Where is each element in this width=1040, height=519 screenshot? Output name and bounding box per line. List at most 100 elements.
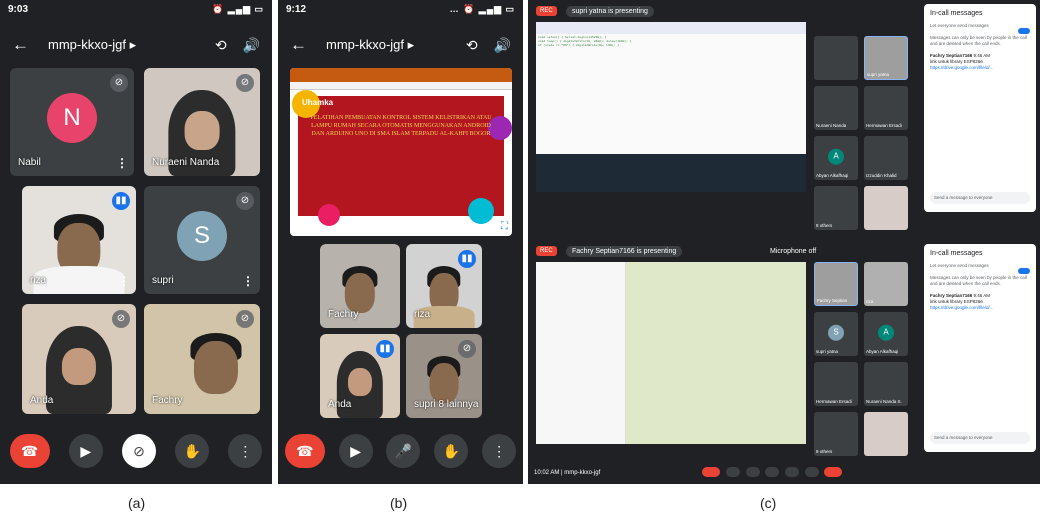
- app-toolbar: [290, 82, 512, 90]
- video-tile[interactable]: supri yatna: [864, 36, 908, 80]
- video-tile[interactable]: Hermawan Ersadi: [864, 86, 908, 130]
- clock: 9:12: [286, 4, 307, 15]
- meet-controls: [700, 467, 844, 479]
- mic-button[interactable]: ⊘: [121, 434, 156, 468]
- fullscreen-icon[interactable]: ⛶: [501, 221, 508, 232]
- in-call-messages-panel: In-call messages Let everyone send messa…: [924, 244, 1036, 452]
- mic-off-toast: Microphone off: [764, 246, 823, 257]
- participant-name: supri 8 lainnya: [414, 399, 479, 410]
- participant-tile-nuraeni[interactable]: ⊘ Nuraeni Nanda: [144, 68, 260, 176]
- camera-button[interactable]: ▶: [338, 434, 373, 468]
- speaking-icon: ▮▮: [376, 340, 394, 358]
- switch-camera-icon[interactable]: ⟲: [466, 37, 478, 54]
- participant-tile-nabil[interactable]: N ⊘ Nabil ⋮: [10, 68, 134, 176]
- status-bar: 9:03 ⏰ ▂▄▆ ▭: [0, 0, 272, 22]
- chat-title: In-call messages: [930, 250, 983, 257]
- participant-name: Anda: [328, 399, 352, 410]
- back-arrow-icon[interactable]: ←: [290, 35, 326, 55]
- chat-notice: Messages can only be seen by people in t…: [930, 35, 1027, 46]
- raise-hand-button[interactable]: ✋: [434, 434, 469, 468]
- video-tile[interactable]: 8 others: [814, 412, 858, 456]
- call-controls: ☎ ▶ 🎤 ✋ ⋮: [278, 434, 523, 468]
- meet-window-top: REC supri yatna is presenting void setup…: [528, 0, 1040, 240]
- video-tile[interactable]: riza: [864, 262, 908, 306]
- video-tile[interactable]: Nuraeni Nanda S.: [864, 362, 908, 406]
- status-bar: 9:12 … ⏰ ▂▄▆ ▭: [278, 0, 523, 22]
- in-call-messages-panel: In-call messages Let everyone send messa…: [924, 4, 1036, 212]
- more-options-button[interactable]: ⋮: [482, 434, 517, 468]
- mic-button[interactable]: [702, 467, 721, 477]
- camera-button[interactable]: [725, 467, 740, 477]
- camera-button[interactable]: ▶: [68, 434, 103, 468]
- mic-off-icon: ⊘: [236, 74, 254, 92]
- status-icons: … ⏰ ▂▄▆ ▭: [449, 4, 515, 14]
- chat-input[interactable]: Send a message to everyone: [930, 192, 1030, 204]
- chat-notice: Messages can only be seen by people in t…: [930, 275, 1027, 286]
- more-options-icon[interactable]: ⋮: [118, 274, 130, 288]
- participant-tile-anda[interactable]: ⊘ Anda: [22, 304, 136, 414]
- chat-input[interactable]: Send a message to everyone: [930, 432, 1030, 444]
- switch-camera-icon[interactable]: ⟲: [215, 37, 227, 54]
- chat-link[interactable]: https://drive.google.com/file/d/...: [930, 65, 994, 70]
- video-tile[interactable]: Hermawan Ersadi: [814, 362, 858, 406]
- participant-tile-riza[interactable]: ▮▮ riza ⋮: [22, 186, 136, 294]
- present-button[interactable]: [784, 467, 799, 477]
- shared-presentation[interactable]: Uhamka PELATIHAN PEMBUATAN KONTROL SISTE…: [290, 68, 512, 236]
- chat-toggle[interactable]: [1018, 28, 1030, 34]
- more-options-icon[interactable]: ⋮: [242, 274, 254, 288]
- video-tile[interactable]: [814, 36, 858, 80]
- caption-a: (a): [128, 495, 146, 511]
- chat-link[interactable]: https://drive.google.com/file/d/...: [930, 305, 994, 310]
- meeting-code[interactable]: mmp-kkxo-jgf ▸: [48, 37, 199, 53]
- participant-tile-anda[interactable]: ▮▮ Anda: [320, 334, 400, 418]
- participant-name: Fachry: [328, 309, 359, 320]
- mic-button[interactable]: 🎤: [386, 434, 421, 468]
- video-tile[interactable]: Izzuddin Khalid: [864, 136, 908, 180]
- participant-tile-riza[interactable]: ▮▮ riza: [406, 244, 482, 328]
- participant-tile-fachry[interactable]: Fachry: [320, 244, 400, 328]
- others-count[interactable]: 8 lainnya: [438, 399, 478, 410]
- captions-button[interactable]: [745, 467, 760, 477]
- recording-badge: REC: [536, 246, 557, 256]
- video-tile[interactable]: Ssupri yatna: [814, 312, 858, 356]
- shared-screen-chat[interactable]: [536, 262, 806, 444]
- shared-screen-ide[interactable]: void setup() { Serial.begin(115200); } vo…: [536, 22, 806, 192]
- video-tile[interactable]: [864, 412, 908, 456]
- more-options-button[interactable]: ⋮: [228, 434, 263, 468]
- recording-badge: REC: [536, 6, 557, 16]
- mic-off-icon: ⊘: [236, 192, 254, 210]
- participant-tile-fachry[interactable]: ⊘ Fachry: [144, 304, 260, 414]
- phone-screen-b: 9:12 … ⏰ ▂▄▆ ▭ ← mmp-kkxo-jgf ▸ ⟲ 🔊 Uham…: [278, 0, 523, 484]
- slide-title: PELATIHAN PEMBUATAN KONTROL SISTEM KELIS…: [310, 115, 492, 137]
- end-call-button[interactable]: ☎: [9, 434, 50, 468]
- participant-tile-supri[interactable]: ⊘ supri 8 lainnya: [406, 334, 482, 418]
- clock: 10:02 AM | mmp-kkxo-jgf: [534, 470, 601, 476]
- participant-tile-supri[interactable]: S ⊘ supri ⋮: [144, 186, 260, 294]
- participant-name: Nabil: [18, 157, 41, 168]
- back-arrow-icon[interactable]: ←: [12, 35, 48, 55]
- meeting-header: ← mmp-kkxo-jgf ▸ ⟲ 🔊: [0, 30, 272, 60]
- participant-name: riza: [30, 275, 47, 286]
- end-call-button[interactable]: [824, 467, 843, 477]
- chat-title: In-call messages: [930, 10, 983, 17]
- video-tile[interactable]: [864, 186, 908, 230]
- participant-name: supri: [152, 275, 174, 286]
- raise-hand-button[interactable]: [765, 467, 780, 477]
- raise-hand-button[interactable]: ✋: [175, 434, 210, 468]
- meeting-code[interactable]: mmp-kkxo-jgf ▸: [326, 37, 450, 53]
- video-tile[interactable]: Nuraeni Nanda: [814, 86, 858, 130]
- more-options-button[interactable]: [804, 467, 819, 477]
- speaker-icon[interactable]: 🔊: [243, 37, 260, 54]
- caption-c: (c): [760, 495, 777, 511]
- chat-toggle[interactable]: [1018, 268, 1030, 274]
- more-options-icon[interactable]: ⋮: [116, 156, 128, 170]
- end-call-button[interactable]: ☎: [284, 434, 325, 468]
- participant-name: Fachry: [152, 395, 183, 406]
- video-tile[interactable]: A Abyan Alkafhaqi: [864, 312, 908, 356]
- video-tile[interactable]: A Abyan Alkafhaqi: [814, 136, 858, 180]
- video-tile[interactable]: 8 others: [814, 186, 858, 230]
- participant-name: Anda: [30, 395, 54, 406]
- speaker-icon[interactable]: 🔊: [494, 37, 511, 54]
- mic-off-icon: ⊘: [458, 340, 476, 358]
- video-tile[interactable]: Fachry Septian: [814, 262, 858, 306]
